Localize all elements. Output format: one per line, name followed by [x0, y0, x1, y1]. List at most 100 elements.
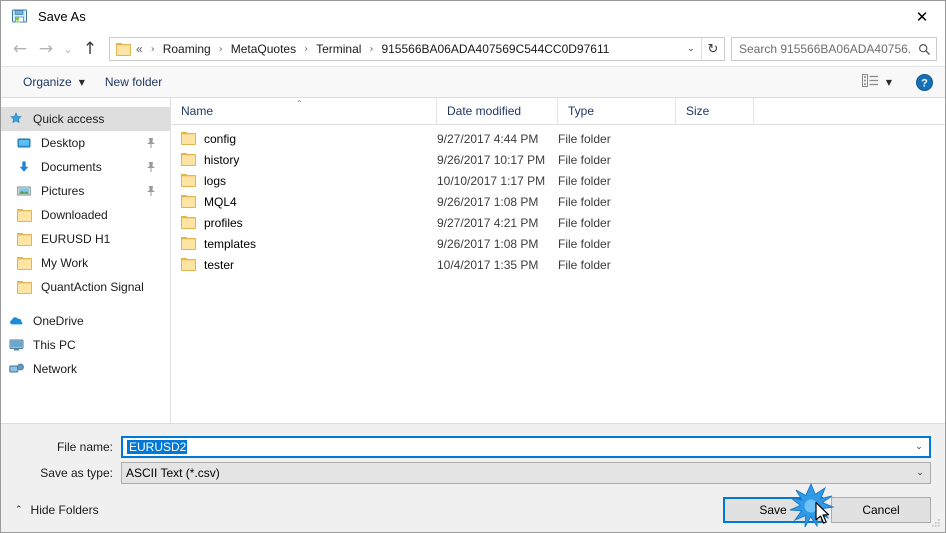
navigation-sidebar: Quick access Desktop Documents Pictures …	[1, 98, 171, 423]
search-input[interactable]: Search 915566BA06ADA40756...	[732, 42, 912, 56]
save-as-icon	[11, 8, 29, 26]
pin-icon[interactable]	[146, 161, 156, 176]
breadcrumb-item-roaming[interactable]: Roaming	[162, 42, 212, 56]
sidebar-item-label: My Work	[41, 256, 89, 270]
recent-locations-icon[interactable]: ⌄	[59, 36, 77, 62]
sidebar-item-documents[interactable]: Documents	[1, 155, 170, 179]
column-header-type[interactable]: Type	[558, 98, 676, 124]
table-row[interactable]: tester 10/4/2017 1:35 PM File folder	[171, 254, 945, 275]
new-folder-button[interactable]: New folder	[97, 71, 170, 93]
cancel-button[interactable]: Cancel	[831, 497, 931, 523]
type-cell: File folder	[558, 236, 611, 251]
svg-text:?: ?	[921, 77, 928, 89]
this-pc-icon	[9, 338, 29, 352]
table-row[interactable]: history 9/26/2017 10:17 PM File folder	[171, 149, 945, 170]
type-cell: File folder	[558, 194, 611, 209]
search-box[interactable]: Search 915566BA06ADA40756...	[731, 37, 937, 61]
organize-button[interactable]: Organize ▼	[15, 71, 93, 93]
sidebar-item-desktop[interactable]: Desktop	[1, 131, 170, 155]
breadcrumb-item-terminal[interactable]: Terminal	[315, 42, 362, 56]
file-name-label: File name:	[56, 440, 113, 454]
breadcrumb-separator: ›	[218, 43, 223, 55]
hide-folders-button[interactable]: ⌃ Hide Folders	[15, 503, 99, 517]
sidebar-item-label: Pictures	[41, 184, 85, 198]
sidebar-item-this-pc[interactable]: This PC	[1, 333, 170, 357]
change-view-button[interactable]: ▼	[856, 71, 898, 93]
folder-icon	[17, 256, 37, 270]
file-name-cell: history	[171, 153, 437, 167]
table-row[interactable]: config 9/27/2017 4:44 PM File folder	[171, 128, 945, 149]
column-header-size[interactable]: Size	[676, 98, 754, 124]
folder-icon	[181, 153, 196, 166]
sidebar-item-label: Documents	[41, 160, 102, 174]
breadcrumb-item-terminal-id[interactable]: 915566BA06ADA407569C544CC0D97611	[380, 42, 610, 56]
back-icon[interactable]: ←	[7, 36, 33, 62]
sidebar-item-onedrive[interactable]: OneDrive	[1, 309, 170, 333]
pin-icon[interactable]	[146, 137, 156, 152]
save-as-dialog: Save As ✕ ← → ⌄ ↑ « › Roaming › MetaQuot…	[0, 0, 946, 533]
file-name-selected-text: EURUSD2	[127, 440, 188, 454]
breadcrumb-item-metaquotes[interactable]: MetaQuotes	[230, 42, 297, 56]
onedrive-icon	[9, 314, 29, 328]
sidebar-item-downloaded[interactable]: Downloaded	[1, 203, 170, 227]
breadcrumb-separator: ›	[369, 43, 374, 55]
sidebar-item-quick-access[interactable]: Quick access	[1, 107, 170, 131]
forward-icon[interactable]: →	[33, 36, 59, 62]
sidebar-item-my-work[interactable]: My Work	[1, 251, 170, 275]
pin-icon[interactable]	[146, 185, 156, 200]
folder-icon	[181, 258, 196, 271]
resize-grip[interactable]	[929, 517, 941, 529]
breadcrumb: « › Roaming › MetaQuotes › Terminal › 91…	[135, 42, 681, 56]
chevron-down-icon[interactable]: ⌄	[910, 468, 930, 478]
close-button[interactable]: ✕	[899, 1, 945, 32]
address-bar[interactable]: « › Roaming › MetaQuotes › Terminal › 91…	[109, 37, 725, 61]
table-row[interactable]: templates 9/26/2017 1:08 PM File folder	[171, 233, 945, 254]
table-row[interactable]: profiles 9/27/2017 4:21 PM File folder	[171, 212, 945, 233]
file-name-cell: logs	[171, 174, 437, 188]
file-name-row: File name: EURUSD2 ⌄	[1, 436, 945, 458]
network-icon	[9, 362, 29, 376]
folder-icon	[17, 232, 37, 246]
help-button[interactable]: ?	[916, 73, 933, 91]
file-name-text: config	[204, 131, 237, 146]
sidebar-item-pictures[interactable]: Pictures	[1, 179, 170, 203]
file-name-value[interactable]: EURUSD2	[123, 440, 909, 454]
type-cell: File folder	[558, 152, 611, 167]
save-as-type-select[interactable]: ASCII Text (*.csv) ⌄	[121, 462, 931, 484]
file-name-input[interactable]: EURUSD2 ⌄	[121, 436, 931, 458]
chevron-down-icon[interactable]: ⌄	[909, 442, 929, 452]
type-cell: File folder	[558, 131, 611, 146]
type-cell: File folder	[558, 173, 611, 188]
file-name-cell: config	[171, 132, 437, 146]
up-icon[interactable]: ↑	[77, 36, 103, 62]
sidebar-item-label: Desktop	[41, 136, 86, 150]
file-name-text: history	[204, 152, 240, 167]
file-name-text: MQL4	[204, 194, 237, 209]
sidebar-item-label: Downloaded	[41, 208, 108, 222]
sidebar-item-quantaction-signal[interactable]: QuantAction Signal	[1, 275, 170, 299]
table-row[interactable]: MQL4 9/26/2017 1:08 PM File folder	[171, 191, 945, 212]
sidebar-item-network[interactable]: Network	[1, 357, 170, 381]
file-name-cell: MQL4	[171, 195, 437, 209]
table-row[interactable]: logs 10/10/2017 1:17 PM File folder	[171, 170, 945, 191]
pictures-icon	[17, 184, 37, 198]
folder-icon	[181, 237, 196, 250]
file-name-text: templates	[204, 236, 257, 251]
column-header-date-modified[interactable]: Date modified	[437, 98, 558, 124]
chevron-down-icon[interactable]: ⌄	[681, 44, 701, 54]
date-modified-cell: 9/26/2017 1:08 PM	[437, 194, 539, 209]
save-as-type-value: ASCII Text (*.csv)	[126, 466, 220, 480]
chevron-up-icon: ⌃	[15, 505, 23, 515]
sidebar-item-eurusd-h1[interactable]: EURUSD H1	[1, 227, 170, 251]
sidebar-item-label: This PC	[33, 338, 76, 352]
date-modified-cell: 10/10/2017 1:17 PM	[437, 173, 546, 188]
save-button[interactable]: Save	[723, 497, 823, 523]
chevron-down-icon: ▼	[78, 77, 85, 87]
folder-icon	[181, 216, 196, 229]
refresh-icon[interactable]: ↻	[701, 38, 724, 60]
help-icon: ?	[916, 73, 933, 91]
breadcrumb-overflow[interactable]: «	[135, 42, 144, 56]
column-header-name[interactable]: Name ⌃	[171, 98, 437, 124]
dialog-body: Quick access Desktop Documents Pictures …	[1, 98, 945, 423]
